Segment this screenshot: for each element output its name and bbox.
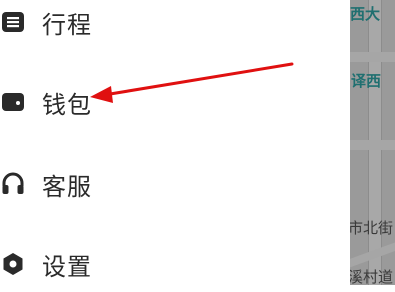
- map-label: 溪村道: [350, 268, 394, 285]
- menu-item-label: 钱包: [42, 90, 92, 119]
- menu-item-settings[interactable]: 设置: [0, 236, 350, 292]
- menu-item-customer-service[interactable]: 客服: [0, 156, 350, 212]
- headset-icon: [0, 171, 26, 197]
- menu-item-label: 客服: [42, 172, 92, 201]
- map-road: [350, 52, 395, 62]
- map-label: 市北街: [350, 219, 394, 237]
- map-road: [350, 140, 395, 150]
- gear-icon: [0, 251, 26, 277]
- menu-item-wallet[interactable]: 钱包: [0, 74, 350, 130]
- map-background[interactable]: 西大 译西 市北街 溪村道: [350, 0, 395, 285]
- navigation-drawer: 行程 钱包 客服 设置: [0, 0, 350, 285]
- menu-item-label: 行程: [42, 10, 92, 39]
- menu-item-trip[interactable]: 行程: [0, 0, 350, 50]
- trip-list-icon: [0, 9, 26, 35]
- wallet-icon: [0, 89, 26, 115]
- map-label: 西大: [350, 5, 381, 23]
- map-label: 译西: [351, 72, 382, 90]
- menu-item-label: 设置: [42, 252, 92, 281]
